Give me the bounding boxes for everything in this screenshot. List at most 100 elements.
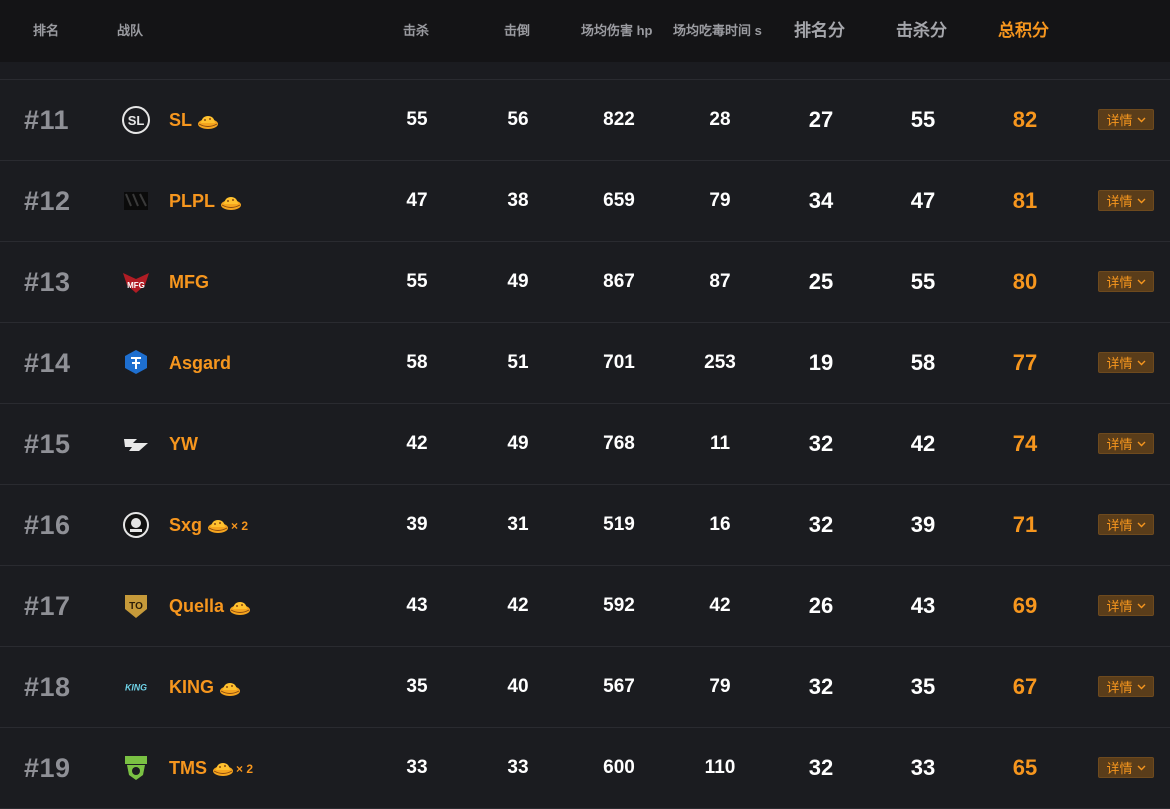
table-row: #15 YW 42 49 768 11 32 42 74 详情: [0, 404, 1170, 485]
chicken-dinner-badge: [218, 647, 242, 727]
rank-points-value: 32: [808, 755, 834, 780]
details-button[interactable]: 详情: [1098, 190, 1154, 211]
avg-damage-value: 519: [603, 514, 635, 535]
details-label: 详情: [1106, 113, 1133, 128]
total-points-value: 71: [1012, 512, 1038, 537]
rank-label: #12: [24, 186, 71, 216]
details-button[interactable]: 详情: [1098, 109, 1154, 130]
table-row: #13 MFG MFG 55 49 867 87 25 55 80 详情: [0, 242, 1170, 323]
avg-zone-time-value: 42: [709, 595, 731, 616]
chevron-down-icon: [1137, 441, 1145, 446]
kill-points-value: 35: [910, 674, 936, 699]
rank-points-value: 26: [808, 593, 834, 618]
total-points-value: 69: [1012, 593, 1038, 618]
header-total-points: 总积分: [998, 21, 1049, 40]
rank-label: #13: [24, 267, 71, 297]
header-kill-points: 击杀分: [896, 21, 947, 40]
avg-zone-time-value: 11: [709, 433, 731, 454]
knocks-value: 49: [507, 433, 529, 454]
avg-zone-time-value: 253: [704, 352, 736, 373]
kills-value: 47: [406, 190, 428, 211]
chicken-dinner-badge: × 2: [206, 484, 248, 566]
rank-label: #14: [24, 348, 71, 378]
team-name-cell: PLPL: [169, 161, 243, 241]
table-row: #11 SL SL 55 56 822 28 27 55 82 详情: [0, 80, 1170, 161]
kills-value: 33: [406, 757, 428, 778]
team-name-cell: MFG: [169, 242, 209, 322]
details-button[interactable]: 详情: [1098, 514, 1154, 535]
total-points-value: 77: [1012, 350, 1038, 375]
chevron-down-icon: [1137, 198, 1145, 203]
svg-text:MFG: MFG: [127, 281, 145, 290]
kills-value: 35: [406, 676, 428, 697]
chicken-dinner-icon: [213, 763, 233, 777]
rank-points-value: 19: [808, 350, 834, 375]
avg-zone-time-value: 79: [709, 190, 731, 211]
kills-value: 58: [406, 352, 428, 373]
dinner-multiplier: × 2: [231, 519, 249, 533]
details-label: 详情: [1106, 437, 1133, 452]
chevron-down-icon: [1137, 279, 1145, 284]
team-name-cell: Quella: [169, 566, 252, 646]
rank-label: #17: [24, 591, 71, 621]
header-avg-damage: 场均伤害 hp: [581, 23, 653, 38]
knocks-value: 56: [507, 109, 529, 130]
kill-points-value: 47: [910, 188, 936, 213]
kills-value: 43: [406, 595, 428, 616]
table-row: #18 KING KING 35 40 567 79 32 35 67 详情: [0, 647, 1170, 728]
avg-damage-value: 567: [603, 676, 635, 697]
details-button[interactable]: 详情: [1098, 433, 1154, 454]
details-button[interactable]: 详情: [1098, 271, 1154, 292]
rank-points-value: 25: [808, 269, 834, 294]
chicken-dinner-badge: × 2: [211, 727, 253, 809]
leaderboard: 排名 战队 击杀 击倒 场均伤害 hp 场均吃毒时间 s 排名分 击杀分 总积分…: [0, 0, 1170, 809]
header-rank-points: 排名分: [794, 21, 845, 40]
kill-points-value: 33: [910, 755, 936, 780]
total-points-value: 80: [1012, 269, 1038, 294]
table-row: #14 Asgard 58 51 701 253 19 58 77 详情: [0, 323, 1170, 404]
kills-value: 42: [406, 433, 428, 454]
total-points-value: 74: [1012, 431, 1038, 456]
knocks-value: 42: [507, 595, 529, 616]
knocks-value: 49: [507, 271, 529, 292]
table-row: #19 TMS × 2 33 33 600 110 32 33 65 详情: [0, 728, 1170, 809]
avg-damage-value: 768: [603, 433, 635, 454]
table-row: #12 PLPL 47 38 659 79 34 47 81 详情: [0, 161, 1170, 242]
details-button[interactable]: 详情: [1098, 757, 1154, 778]
details-button[interactable]: 详情: [1098, 595, 1154, 616]
team-logo-icon: [121, 348, 151, 378]
knocks-value: 40: [507, 676, 529, 697]
details-label: 详情: [1106, 518, 1133, 533]
team-name-cell: YW: [169, 404, 198, 484]
chicken-dinner-icon: [208, 520, 229, 534]
chevron-down-icon: [1137, 765, 1145, 770]
kill-points-value: 39: [910, 512, 936, 537]
avg-zone-time-value: 16: [709, 514, 731, 535]
table-row: #16 Sxg × 2 39 31 519 16 32 39 71 详情: [0, 485, 1170, 566]
kills-value: 55: [406, 271, 428, 292]
kills-value: 39: [406, 514, 428, 535]
knocks-value: 51: [507, 352, 529, 373]
details-label: 详情: [1106, 599, 1133, 614]
rank-label: #11: [24, 105, 70, 135]
team-name: KING: [169, 677, 214, 697]
rank-label: #19: [24, 753, 71, 783]
details-label: 详情: [1106, 194, 1133, 209]
kill-points-value: 55: [910, 107, 936, 132]
details-button[interactable]: 详情: [1098, 676, 1154, 697]
dinner-multiplier: × 2: [236, 762, 254, 776]
rank-points-value: 32: [808, 512, 834, 537]
knocks-value: 31: [507, 514, 529, 535]
team-name-cell: TMS × 2: [169, 728, 253, 808]
avg-damage-value: 867: [603, 271, 635, 292]
table-header: 排名 战队 击杀 击倒 场均伤害 hp 场均吃毒时间 s 排名分 击杀分 总积分: [0, 0, 1170, 63]
details-button[interactable]: 详情: [1098, 352, 1154, 373]
rank-label: #15: [24, 429, 71, 459]
avg-zone-time-value: 87: [709, 271, 731, 292]
chevron-down-icon: [1137, 684, 1145, 689]
knocks-value: 38: [507, 190, 529, 211]
chicken-dinner-badge: [219, 161, 243, 241]
kill-points-value: 58: [910, 350, 936, 375]
chicken-dinner-badge: [196, 80, 220, 160]
team-name: MFG: [169, 272, 209, 292]
